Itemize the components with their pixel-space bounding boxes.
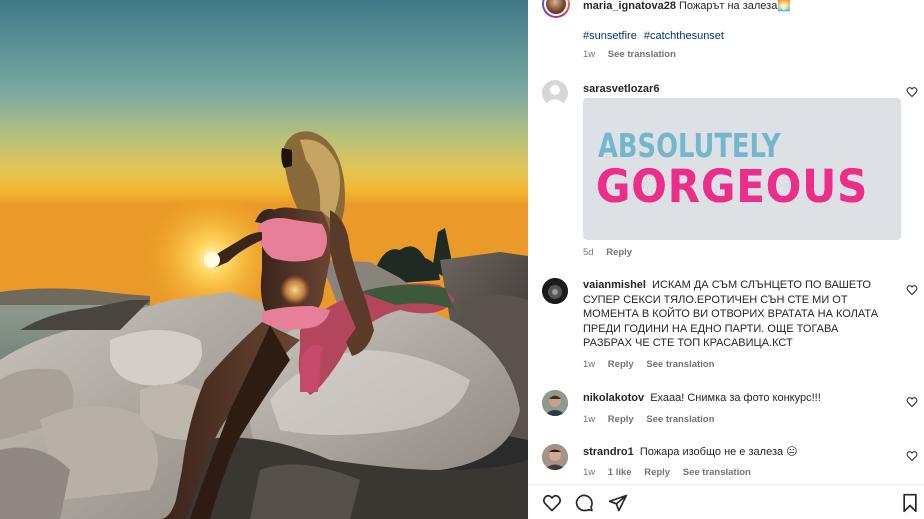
user-placeholder-icon <box>545 85 565 106</box>
gif-text-line2: GORGEOUS <box>596 160 869 213</box>
heart-outline-icon[interactable] <box>906 284 918 296</box>
caption-text: Пожарът на залеза <box>679 0 778 12</box>
commenter-avatar[interactable] <box>542 444 568 470</box>
heart-outline-icon[interactable] <box>906 396 918 408</box>
caption-see-translation[interactable]: See translation <box>608 49 676 60</box>
comment-username[interactable]: vaianmishel <box>583 279 646 291</box>
caption-time: 1w <box>583 49 596 60</box>
post-side-panel: maria_ignatova28 Пожарът на залеза🌅 #sun… <box>528 0 924 519</box>
comment-username[interactable]: strandro1 <box>583 446 634 458</box>
heart-icon[interactable] <box>542 493 562 513</box>
heart-outline-icon[interactable] <box>906 86 918 98</box>
reply-button[interactable]: Reply <box>608 414 634 425</box>
sunset-beach-photo <box>0 0 528 519</box>
comment-meta: 1w 1 like Reply See translation <box>583 467 761 478</box>
comment-text: Ехааа! Снимка за фото конкурс!!! <box>650 392 821 404</box>
comment-body: vaianmishel ИСКАМ ДА СЪМ СЛЪНЦЕТО ПО ВАШ… <box>583 278 888 351</box>
comment-body: nikolakotov Ехааа! Снимка за фото конкур… <box>583 391 888 406</box>
caption-line: maria_ignatova28 Пожарът на залеза🌅 <box>583 0 791 13</box>
bookmark-icon[interactable] <box>900 493 920 513</box>
comment-meta: 5d Reply <box>583 247 642 258</box>
post-action-bar <box>528 484 924 519</box>
comment-icon[interactable] <box>574 493 594 513</box>
absolutely-gorgeous-gif[interactable]: ABSOLUTELY GORGEOUS <box>583 98 901 240</box>
comment-username[interactable]: sarasvetlozar6 <box>583 83 659 95</box>
comment-time: 1w <box>583 414 596 425</box>
reply-button[interactable]: Reply <box>644 467 670 478</box>
comment-text: Пожара изобщо не е залеза <box>639 446 784 458</box>
hashtag-sunsetfire[interactable]: #sunsetfire <box>583 30 637 42</box>
reply-button[interactable]: Reply <box>608 359 634 370</box>
author-username[interactable]: maria_ignatova28 <box>583 0 676 12</box>
post-photo[interactable] <box>0 0 528 519</box>
hashtag-catchthesunset[interactable]: #catchthesunset <box>644 30 724 42</box>
avatar-image <box>542 390 568 416</box>
neutral-face-emoji: 😐 <box>786 446 798 458</box>
see-translation-button[interactable]: See translation <box>646 414 714 425</box>
comment-body: strandro1 Пожара изобщо не е залеза 😐 <box>583 445 888 460</box>
heart-outline-icon[interactable] <box>906 450 918 462</box>
post-caption: maria_ignatova28 Пожарът на залеза🌅 #sun… <box>528 0 924 70</box>
comment-body: sarasvetlozar6 <box>583 82 888 97</box>
caption-meta: 1w See translation <box>583 49 686 60</box>
comment-meta: 1w Reply See translation <box>583 414 724 425</box>
see-translation-button[interactable]: See translation <box>683 467 751 478</box>
likes-count[interactable]: 1 like <box>608 467 632 478</box>
comment-time: 5d <box>583 247 594 258</box>
sunset-emoji: 🌅 <box>777 0 792 12</box>
comment-time: 1w <box>583 467 596 478</box>
author-avatar[interactable] <box>542 0 570 18</box>
comment-meta: 1w Reply See translation <box>583 359 724 370</box>
default-avatar[interactable] <box>542 80 568 106</box>
avatar-image <box>542 444 568 470</box>
reply-button[interactable]: Reply <box>606 247 632 258</box>
hashtags: #sunsetfire #catchthesunset <box>583 30 728 42</box>
comment-time: 1w <box>583 359 596 370</box>
commenter-avatar[interactable] <box>542 278 568 304</box>
comment-username[interactable]: nikolakotov <box>583 392 644 404</box>
avatar-image <box>542 278 568 304</box>
share-icon[interactable] <box>608 493 628 513</box>
see-translation-button[interactable]: See translation <box>646 359 714 370</box>
commenter-avatar[interactable] <box>542 390 568 416</box>
